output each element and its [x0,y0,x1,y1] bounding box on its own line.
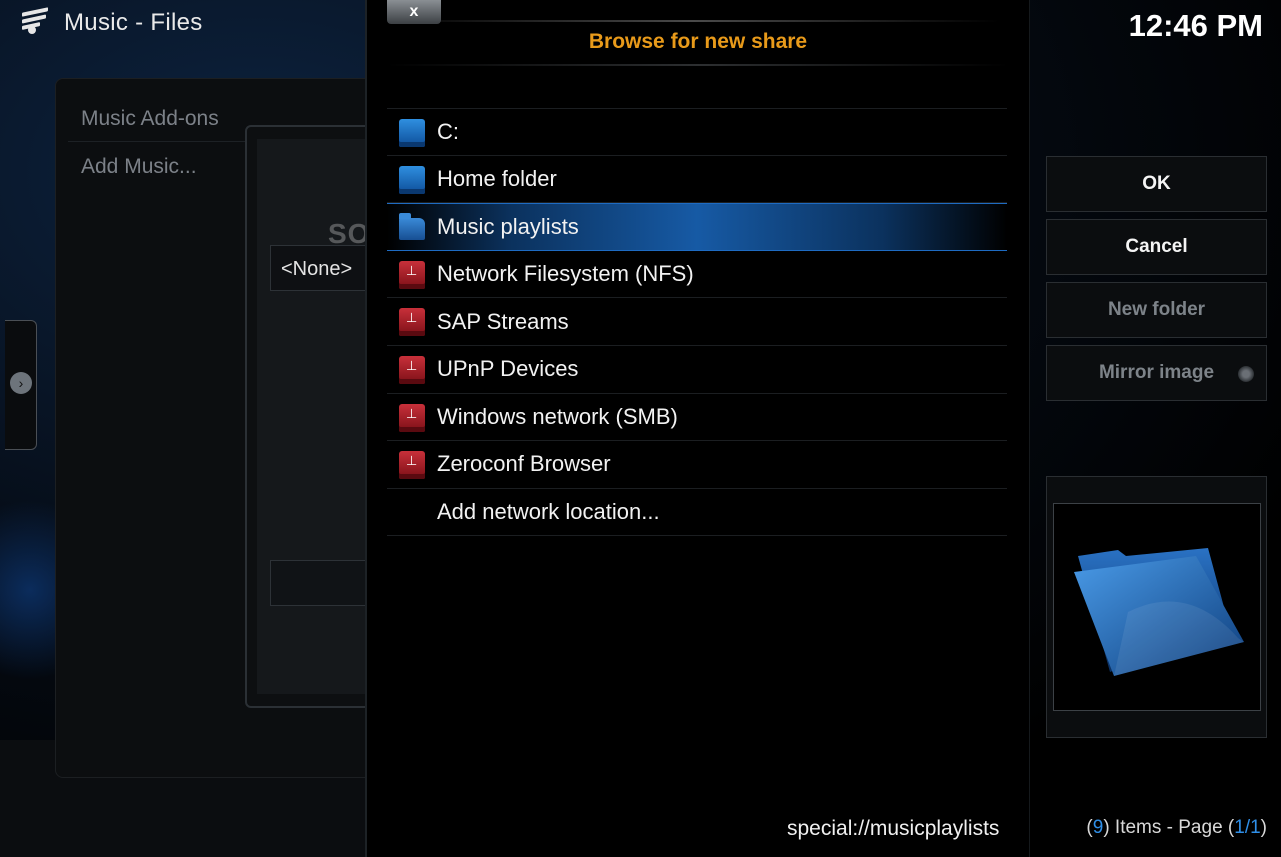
list-item-label: Windows network (SMB) [437,403,678,429]
dialog-title: Browse for new share [588,30,808,53]
list-item-add-network-location[interactable]: Add network location... [387,489,1007,537]
list-item-c-drive[interactable]: C: [387,108,1007,156]
ok-button[interactable]: OK [1046,156,1267,212]
list-item-home-folder[interactable]: Home folder [387,156,1007,204]
music-files-logo-icon [18,6,50,40]
network-drive-icon [399,451,425,480]
list-item-music-playlists[interactable]: Music playlists [387,203,1007,251]
list-item-label: UPnP Devices [437,356,579,382]
drive-icon [399,119,425,147]
title-divider [387,64,1009,66]
clock: 12:46 PM [1128,8,1263,43]
list-item-label: Add network location... [437,499,660,525]
mirror-image-label: Mirror image [1098,362,1215,383]
close-button[interactable]: x [387,0,441,24]
drive-icon [399,165,425,194]
list-item-zeroconf[interactable]: Zeroconf Browser [387,441,1007,489]
list-item-label: Zeroconf Browser [437,451,611,477]
preview-panel [1046,476,1267,738]
list-item-label: Music playlists [437,213,579,239]
dialog-top-divider [387,20,999,22]
items-label: Items - Page [1114,817,1223,838]
cancel-button[interactable]: Cancel [1046,219,1267,275]
current-path: special://musicplaylists [787,817,1000,840]
network-drive-icon [399,355,425,384]
folder-icon [399,213,425,241]
network-drive-icon [399,260,425,289]
share-list: C: Home folder Music playlists Network F… [387,108,1007,537]
list-item-label: SAP Streams [437,308,569,334]
list-item-label: Network Filesystem (NFS) [437,261,694,287]
app-header: Music - Files [18,6,203,40]
menu-item-add-music[interactable]: Add Music... [81,155,197,179]
list-item-upnp-devices[interactable]: UPnP Devices [387,346,1007,394]
app-title: Music - Files [64,9,203,36]
list-item-label: C: [437,118,459,144]
new-folder-button[interactable]: New folder [1046,282,1267,338]
page-number: 1/1 [1234,817,1261,838]
list-item-sap-streams[interactable]: SAP Streams [387,298,1007,346]
menu-item-music-addons[interactable]: Music Add-ons [81,107,219,131]
big-folder-icon [1074,548,1244,676]
items-page-info: (9) Items - Page (1/1) [1086,817,1267,838]
list-item-label: Home folder [437,165,557,191]
radio-indicator-icon [1238,366,1254,382]
network-drive-icon [399,403,425,432]
list-item-nfs[interactable]: Network Filesystem (NFS) [387,251,1007,299]
preview-thumbnail [1053,503,1261,711]
chevron-right-icon[interactable]: › [10,372,32,394]
network-drive-icon [399,308,425,337]
browse-share-dialog: x Browse for new share C: Home folder Mu… [365,0,1030,857]
items-count: 9 [1092,817,1104,838]
list-item-windows-network[interactable]: Windows network (SMB) [387,394,1007,442]
mirror-image-toggle[interactable]: Mirror image [1046,345,1267,401]
